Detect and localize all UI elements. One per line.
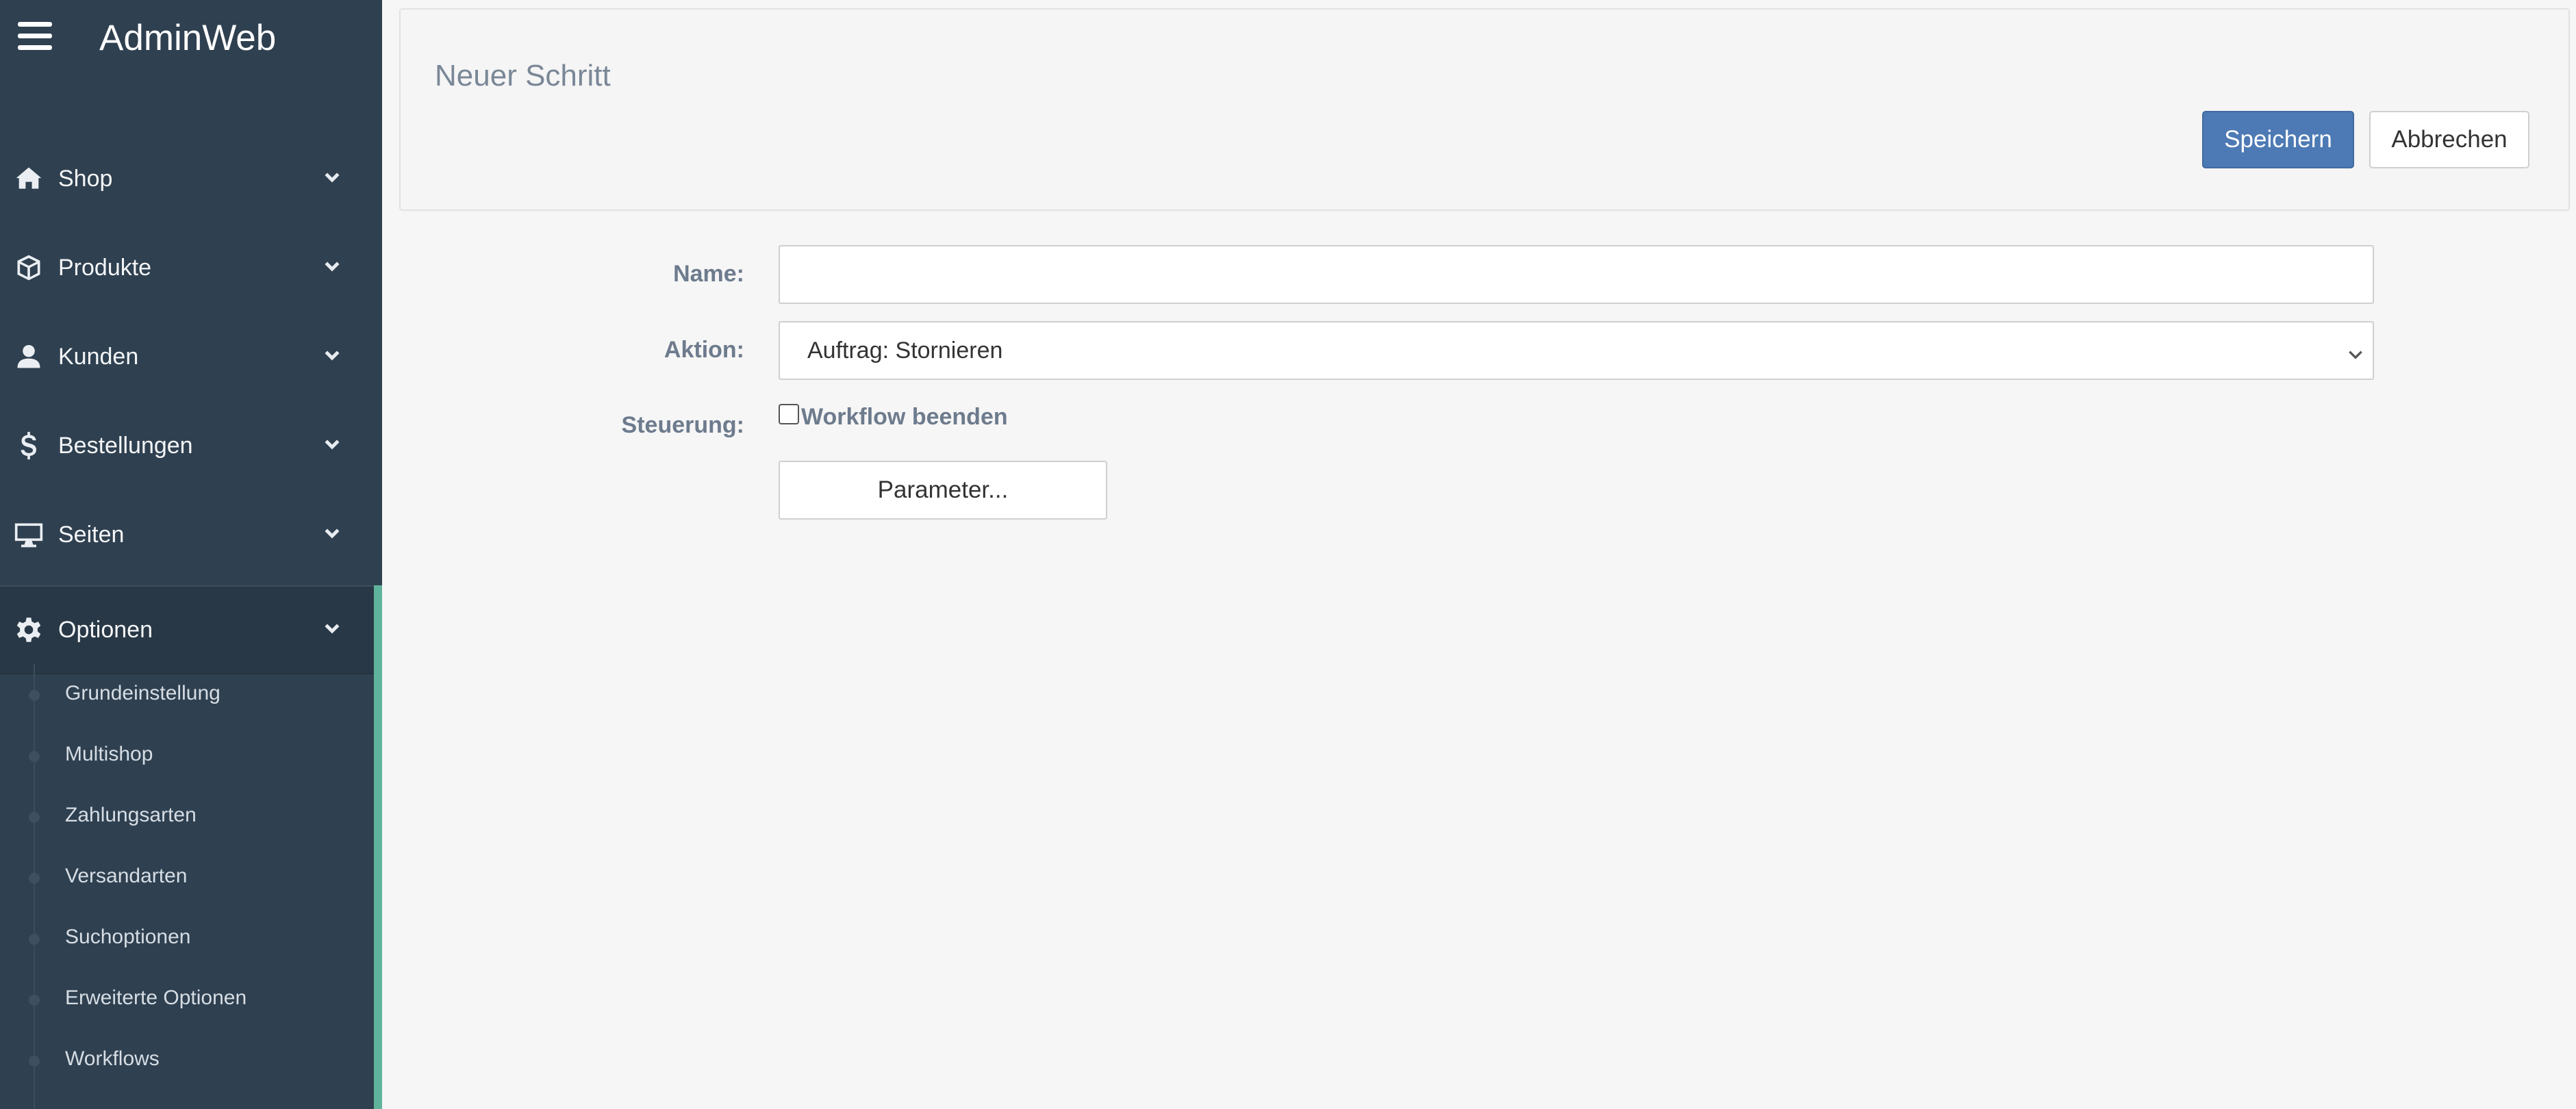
- action-label: Aktion:: [664, 337, 744, 363]
- chevron-down-icon: [322, 522, 346, 547]
- subnav-item-label: Zahlungsarten: [65, 804, 197, 826]
- subnav-item-workflows[interactable]: Workflows: [0, 1030, 374, 1091]
- subnav-item-label: Erweiterte Optionen: [65, 986, 247, 1009]
- chevron-down-icon: [322, 433, 346, 458]
- subnav-item-versandarten[interactable]: Versandarten: [0, 847, 374, 908]
- sidebar-item-label: Produkte: [58, 254, 152, 281]
- box-icon: [12, 251, 45, 284]
- action-select[interactable]: Auftrag: Stornieren: [779, 321, 2374, 380]
- workflow-end-checkbox[interactable]: [779, 404, 799, 424]
- workflow-end-label: Workflow beenden: [801, 404, 1008, 430]
- subnav-item-label: Multishop: [65, 743, 153, 765]
- chevron-down-icon: [322, 617, 346, 642]
- bullet-dot-icon: [29, 1056, 40, 1067]
- chevron-down-icon: [2347, 343, 2364, 361]
- dollar-icon: [12, 429, 45, 462]
- page-header-panel: Neuer Schritt Speichern Abbrechen: [399, 8, 2570, 211]
- user-icon: [12, 340, 45, 373]
- bullet-dot-icon: [29, 934, 40, 945]
- chevron-down-icon: [322, 166, 346, 191]
- sidebar-item-seiten[interactable]: Seiten: [0, 490, 382, 579]
- sidebar-item-produkte[interactable]: Produkte: [0, 223, 382, 312]
- subnav-item-label: Workflows: [65, 1047, 160, 1070]
- subnav-item-multishop[interactable]: Multishop: [0, 725, 374, 786]
- page-title: Neuer Schritt: [435, 59, 611, 92]
- sidebar-item-label: Bestellungen: [58, 432, 193, 459]
- chevron-down-icon: [322, 255, 346, 280]
- subnav-item-label: Grundeinstellung: [65, 682, 220, 704]
- bullet-dot-icon: [29, 751, 40, 762]
- save-button[interactable]: Speichern: [2202, 111, 2354, 168]
- control-label: Steuerung:: [621, 412, 744, 438]
- cancel-button[interactable]: Abbrechen: [2369, 111, 2529, 168]
- active-section-indicator: [374, 585, 382, 1109]
- app-title: AdminWeb: [99, 18, 277, 58]
- bullet-dot-icon: [29, 812, 40, 823]
- sidebar: AdminWeb Shop Produkte Kunden Bestellung…: [0, 0, 382, 1109]
- bullet-dot-icon: [29, 690, 40, 701]
- action-select-value: Auftrag: Stornieren: [807, 337, 1003, 364]
- sidebar-item-label: Optionen: [58, 616, 153, 643]
- sidebar-item-bestellungen[interactable]: Bestellungen: [0, 401, 382, 490]
- sidebar-item-label: Kunden: [58, 343, 139, 370]
- parameter-button[interactable]: Parameter...: [779, 461, 1107, 520]
- subnav-item-suchoptionen[interactable]: Suchoptionen: [0, 908, 374, 969]
- subnav-item-erweiterte-optionen[interactable]: Erweiterte Optionen: [0, 969, 374, 1030]
- name-input[interactable]: [779, 245, 2374, 304]
- brand-bar: AdminWeb: [0, 0, 382, 75]
- hamburger-menu-icon[interactable]: [18, 22, 52, 52]
- sidebar-item-label: Seiten: [58, 521, 125, 548]
- sidebar-item-optionen[interactable]: Optionen: [0, 585, 382, 674]
- monitor-icon: [12, 518, 45, 551]
- sidebar-item-kunden[interactable]: Kunden: [0, 312, 382, 401]
- subnav-item-grundeinstellung[interactable]: Grundeinstellung: [0, 664, 374, 725]
- subnav-item-label: Suchoptionen: [65, 926, 191, 948]
- home-icon: [12, 162, 45, 195]
- bullet-dot-icon: [29, 995, 40, 1006]
- sidebar-item-shop[interactable]: Shop: [0, 134, 382, 223]
- subnav-item-zahlungsarten[interactable]: Zahlungsarten: [0, 786, 374, 847]
- chevron-down-icon: [322, 344, 346, 369]
- subnav-item-label: Versandarten: [65, 865, 188, 887]
- name-label: Name:: [673, 261, 744, 287]
- gear-icon: [12, 613, 45, 646]
- bullet-dot-icon: [29, 873, 40, 884]
- sidebar-item-label: Shop: [58, 165, 113, 192]
